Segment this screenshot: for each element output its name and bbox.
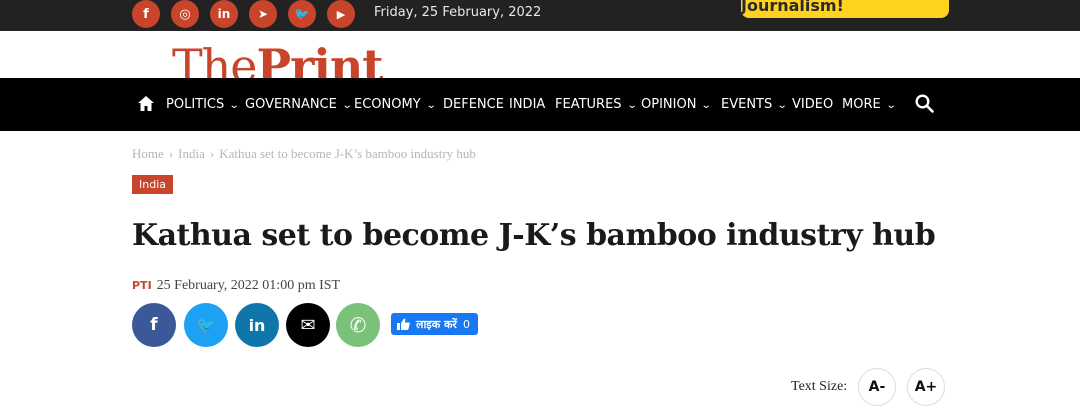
nav-label: ECONOMY <box>354 97 421 112</box>
nav-item-governance[interactable]: GOVERNANCE ⌄ <box>245 97 353 112</box>
nav-item-opinion[interactable]: OPINION ⌄ <box>641 97 713 112</box>
facebook-glyph: f <box>143 6 149 22</box>
text-size-label: Text Size: <box>791 379 848 394</box>
nav-label: EVENTS <box>721 97 773 112</box>
nav-label: INDIA <box>509 97 546 112</box>
top-bar: f ◎ in ➤ 🐦 ▶ Friday, 25 February, 2022 S… <box>0 0 1080 31</box>
thumbs-up-icon <box>397 318 410 330</box>
byline: PTI 25 February, 2022 01:00 pm IST <box>132 277 340 294</box>
site-logo[interactable]: ThePrint <box>172 38 383 78</box>
publish-date: 25 February, 2022 01:00 pm IST <box>156 278 341 293</box>
support-journalism-button[interactable]: Support our Journalism! <box>741 0 949 18</box>
nav-item-defence[interactable]: DEFENCE <box>443 97 504 112</box>
share-linkedin-button[interactable]: in <box>235 303 279 347</box>
instagram-glyph: ◎ <box>179 6 191 22</box>
breadcrumb-section[interactable]: India <box>178 146 205 161</box>
nav-item-more[interactable]: MORE ⌄ <box>842 97 897 112</box>
email-icon: ✉ <box>300 314 316 336</box>
instagram-icon[interactable]: ◎ <box>171 0 199 28</box>
twitter-glyph: 🐦 <box>294 7 310 21</box>
breadcrumb-separator: › <box>168 146 174 161</box>
chevron-down-icon: ⌄ <box>885 100 897 111</box>
logo-the: The <box>172 39 258 78</box>
facebook-icon: f <box>150 315 158 335</box>
decrease-text-size-button[interactable]: A- <box>858 368 896 406</box>
breadcrumb-separator: › <box>209 146 215 161</box>
nav-label: MORE <box>842 97 881 112</box>
breadcrumb-home[interactable]: Home <box>132 146 164 161</box>
search-icon[interactable] <box>915 94 934 113</box>
home-icon[interactable] <box>138 96 154 111</box>
like-count: 0 <box>462 317 470 331</box>
chevron-down-icon: ⌄ <box>425 100 437 111</box>
nav-item-events[interactable]: EVENTS ⌄ <box>721 97 788 112</box>
chevron-down-icon: ⌄ <box>626 100 638 111</box>
article-title: Kathua set to become J-K’s bamboo indust… <box>132 218 936 253</box>
whatsapp-icon: ✆ <box>349 313 367 337</box>
facebook-icon[interactable]: f <box>132 0 160 28</box>
youtube-glyph: ▶ <box>336 7 346 21</box>
chevron-down-icon: ⌄ <box>776 100 788 111</box>
chevron-down-icon: ⌄ <box>341 100 353 111</box>
breadcrumb: Home › India › Kathua set to become J-K’s ba… <box>132 146 476 162</box>
category-badge[interactable]: India <box>132 175 173 194</box>
twitter-icon[interactable]: 🐦 <box>288 0 316 28</box>
linkedin-icon: in <box>248 315 266 335</box>
nav-label: VIDEO <box>792 97 834 112</box>
facebook-like-button[interactable]: लाइक करें 0 <box>391 313 478 335</box>
breadcrumb-current: Kathua set to become J-K’s bamboo indust… <box>219 146 476 161</box>
increase-text-size-button[interactable]: A+ <box>907 368 945 406</box>
telegram-icon[interactable]: ➤ <box>249 0 277 28</box>
nav-label: OPINION <box>641 97 697 112</box>
youtube-icon[interactable]: ▶ <box>327 0 355 28</box>
nav-label: GOVERNANCE <box>245 97 337 112</box>
linkedin-icon[interactable]: in <box>210 0 238 28</box>
nav-label: FEATURES <box>555 97 622 112</box>
share-twitter-button[interactable]: 🐦 <box>184 303 228 347</box>
like-label: लाइक करें <box>416 317 457 331</box>
nav-item-economy[interactable]: ECONOMY ⌄ <box>354 97 437 112</box>
chevron-down-icon: ⌄ <box>701 100 713 111</box>
nav-label: POLITICS <box>166 97 225 112</box>
nav-item-features[interactable]: FEATURES ⌄ <box>555 97 638 112</box>
twitter-icon: 🐦 <box>196 316 216 334</box>
logo-print: Print <box>256 39 383 78</box>
nav-item-video[interactable]: VIDEO <box>792 97 833 112</box>
share-email-button[interactable]: ✉ <box>286 303 330 347</box>
share-facebook-button[interactable]: f <box>132 303 176 347</box>
author-name[interactable]: PTI <box>132 279 152 292</box>
nav-item-india[interactable]: INDIA <box>509 97 545 112</box>
current-date: Friday, 25 February, 2022 <box>374 5 542 20</box>
share-whatsapp-button[interactable]: ✆ <box>336 303 380 347</box>
linkedin-glyph: in <box>217 7 231 21</box>
nav-item-politics[interactable]: POLITICS ⌄ <box>166 97 240 112</box>
nav-label: DEFENCE <box>443 97 504 112</box>
chevron-down-icon: ⌄ <box>229 100 240 111</box>
telegram-glyph: ➤ <box>257 7 269 21</box>
